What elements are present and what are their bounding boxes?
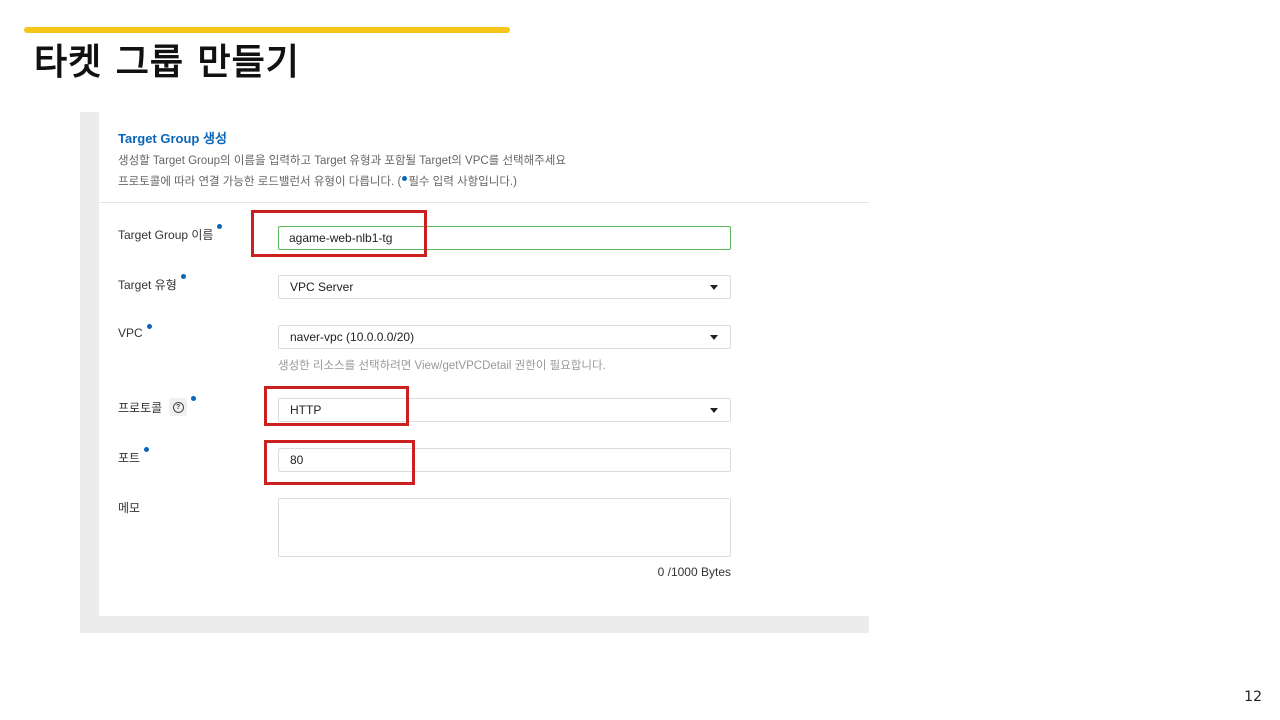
title-accent-bar [24, 27, 510, 33]
vpc-select[interactable]: naver-vpc (10.0.0.0/20) [278, 325, 731, 349]
protocol-label-text: 프로토콜 [118, 400, 163, 415]
memo-label-text: 메모 [118, 501, 141, 515]
vpc-value: naver-vpc (10.0.0.0/20) [290, 330, 415, 344]
memo-textarea[interactable] [278, 498, 731, 557]
desc-text-before: 프로토콜에 따라 연결 가능한 로드밸런서 유형이 다릅니다. ( [118, 176, 402, 188]
protocol-label: 프로토콜 ? [118, 396, 197, 416]
caret-down-icon [710, 285, 718, 290]
form-heading: Target Group 생성 [118, 131, 227, 146]
target-type-label: Target 유형 [118, 274, 186, 293]
form-description: 생성할 Target Group의 이름을 입력하고 Target 유형과 포함… [118, 155, 566, 167]
question-circle-icon[interactable]: ? [169, 398, 188, 416]
form-description-required-note: 프로토콜에 따라 연결 가능한 로드밸런서 유형이 다릅니다. ( 필수 입력 사… [118, 173, 517, 189]
target-type-value: VPC Server [290, 280, 354, 294]
desc-text-after: 필수 입력 사항입니다.) [408, 176, 517, 188]
caret-down-icon [710, 408, 718, 413]
required-dot-icon [146, 324, 152, 329]
target-type-label-text: Target 유형 [118, 278, 177, 292]
required-dot-icon [191, 396, 197, 401]
caret-down-icon [710, 335, 718, 340]
required-dot-icon [402, 176, 408, 181]
required-dot-icon [180, 274, 186, 279]
target-group-name-label: Target Group 이름 [118, 224, 223, 243]
page-number: 12 [1244, 689, 1262, 705]
target-group-name-label-text: Target Group 이름 [118, 228, 214, 242]
highlight-box-port [264, 440, 415, 485]
slide-title: 타켓 그룹 만들기 [34, 42, 300, 83]
vpc-label: VPC [118, 324, 152, 340]
vpc-label-text: VPC [118, 326, 143, 340]
required-dot-icon [144, 447, 150, 452]
target-type-select[interactable]: VPC Server [278, 275, 731, 299]
port-label-text: 포트 [118, 451, 141, 465]
vpc-permission-hint: 생성한 리소스를 선택하려면 View/getVPCDetail 권한이 필요합… [278, 360, 606, 372]
divider [99, 202, 869, 203]
memo-byte-counter: 0 /1000 Bytes [657, 565, 731, 579]
screenshot-frame: Target Group 생성 생성할 Target Group의 이름을 입력… [80, 112, 869, 633]
target-group-form-panel: Target Group 생성 생성할 Target Group의 이름을 입력… [99, 112, 869, 616]
highlight-box-protocol [264, 386, 409, 426]
port-label: 포트 [118, 447, 150, 466]
highlight-box-name [251, 210, 427, 257]
required-dot-icon [217, 224, 223, 229]
memo-label: 메모 [118, 499, 140, 516]
